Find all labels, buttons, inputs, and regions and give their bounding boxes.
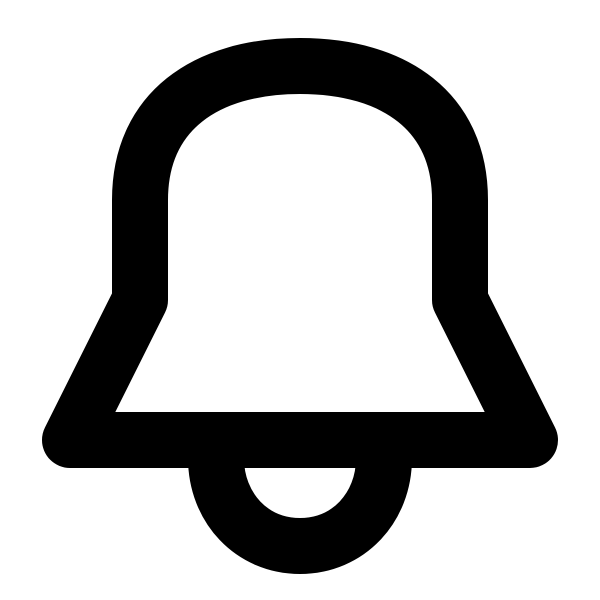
- bell-icon: [42, 38, 558, 574]
- icon-canvas: [0, 0, 600, 600]
- bell-body: [42, 38, 558, 468]
